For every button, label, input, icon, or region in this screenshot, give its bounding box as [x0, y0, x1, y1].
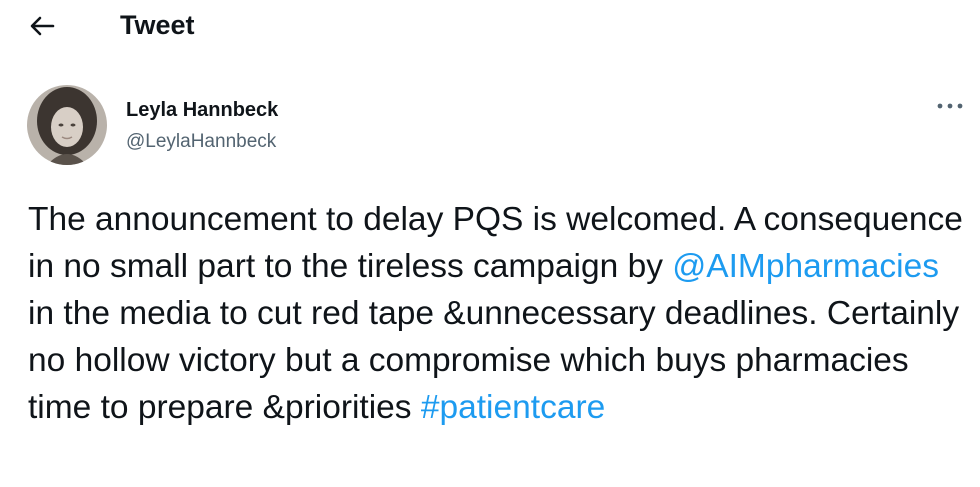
more-options-button[interactable]	[930, 91, 970, 121]
arrow-left-icon	[30, 16, 55, 36]
avatar[interactable]	[27, 85, 107, 165]
hashtag-link[interactable]: #patientcare	[421, 389, 605, 426]
author-display-name[interactable]: Leyla Hannbeck	[126, 98, 278, 122]
author-handle[interactable]: @LeylaHannbeck	[126, 130, 276, 154]
avatar-photo	[27, 85, 107, 165]
tweet-author: Leyla Hannbeck @LeylaHannbeck	[0, 85, 980, 167]
tweet-text: The announcement to delay PQS is welcome…	[28, 196, 973, 431]
tweet-page: Tweet Leyla Hannbeck @LeylaHannbeck The …	[0, 0, 980, 487]
header: Tweet	[0, 0, 980, 52]
page-title: Tweet	[120, 10, 195, 40]
more-horizontal-icon	[937, 103, 963, 109]
back-button[interactable]	[22, 8, 62, 44]
mention-link[interactable]: @AIMpharmacies	[672, 248, 939, 285]
